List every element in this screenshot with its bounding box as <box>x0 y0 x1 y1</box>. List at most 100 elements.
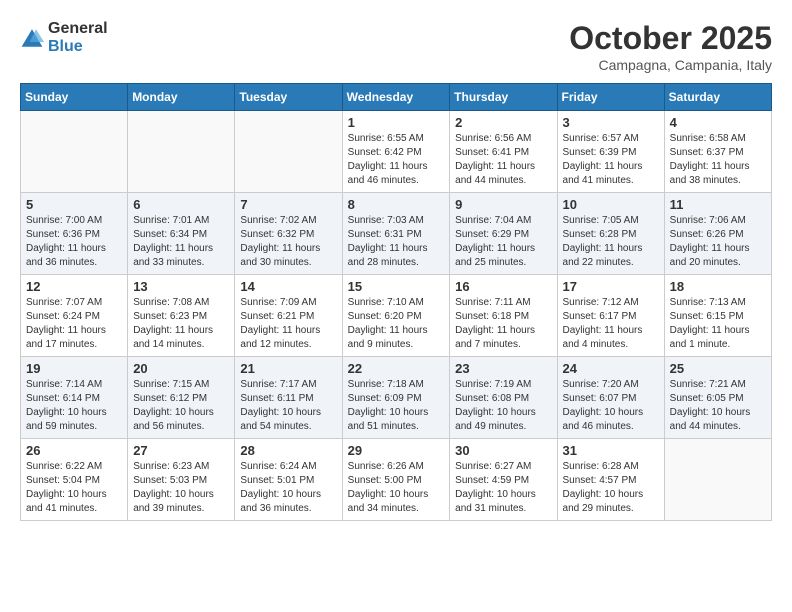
day-info: Sunrise: 7:06 AM Sunset: 6:26 PM Dayligh… <box>670 214 766 270</box>
day-info: Sunrise: 6:23 AM Sunset: 5:03 PM Dayligh… <box>133 460 229 516</box>
calendar-day-cell: 31 Sunrise: 6:28 AM Sunset: 4:57 PM Dayli… <box>557 439 664 521</box>
day-number: 11 <box>670 197 766 212</box>
day-number: 27 <box>133 443 229 458</box>
calendar-day-cell: 13 Sunrise: 7:08 AM Sunset: 6:23 PM Dayli… <box>128 275 235 357</box>
day-number: 2 <box>455 115 551 130</box>
day-info: Sunrise: 7:05 AM Sunset: 6:28 PM Dayligh… <box>563 214 659 270</box>
location-title: Campagna, Campania, Italy <box>569 57 772 73</box>
calendar-day-cell: 21 Sunrise: 7:17 AM Sunset: 6:11 PM Dayli… <box>235 357 342 439</box>
day-info: Sunrise: 6:22 AM Sunset: 5:04 PM Dayligh… <box>26 460 122 516</box>
calendar-day-cell: 30 Sunrise: 6:27 AM Sunset: 4:59 PM Dayli… <box>450 439 557 521</box>
calendar-week-row: 26 Sunrise: 6:22 AM Sunset: 5:04 PM Dayli… <box>21 439 772 521</box>
title-area: October 2025 Campagna, Campania, Italy <box>569 20 772 73</box>
calendar-day-cell <box>664 439 771 521</box>
calendar-week-row: 19 Sunrise: 7:14 AM Sunset: 6:14 PM Dayli… <box>21 357 772 439</box>
day-number: 5 <box>26 197 122 212</box>
weekday-header-row: SundayMondayTuesdayWednesdayThursdayFrid… <box>21 84 772 111</box>
day-number: 30 <box>455 443 551 458</box>
calendar-week-row: 12 Sunrise: 7:07 AM Sunset: 6:24 PM Dayli… <box>21 275 772 357</box>
calendar-day-cell: 22Sunrise: 7:18 AM Sunset: 6:09 PM Dayli… <box>342 357 450 439</box>
calendar-day-cell: 17Sunrise: 7:12 AM Sunset: 6:17 PM Dayli… <box>557 275 664 357</box>
weekday-header-wednesday: Wednesday <box>342 84 450 111</box>
day-info: Sunrise: 6:56 AM Sunset: 6:41 PM Dayligh… <box>455 132 551 188</box>
weekday-header-saturday: Saturday <box>664 84 771 111</box>
day-number: 29 <box>348 443 445 458</box>
day-info: Sunrise: 6:58 AM Sunset: 6:37 PM Dayligh… <box>670 132 766 188</box>
calendar-day-cell: 14Sunrise: 7:09 AM Sunset: 6:21 PM Dayli… <box>235 275 342 357</box>
calendar-day-cell: 1 Sunrise: 6:55 AM Sunset: 6:42 PM Daylig… <box>342 111 450 193</box>
day-info: Sunrise: 7:04 AM Sunset: 6:29 PM Dayligh… <box>455 214 551 270</box>
calendar-day-cell: 16 Sunrise: 7:11 AM Sunset: 6:18 PM Dayli… <box>450 275 557 357</box>
day-number: 6 <box>133 197 229 212</box>
day-info: Sunrise: 6:24 AM Sunset: 5:01 PM Dayligh… <box>240 460 336 516</box>
day-number: 1 <box>348 115 445 130</box>
weekday-header-thursday: Thursday <box>450 84 557 111</box>
day-number: 13 <box>133 279 229 294</box>
day-info: Sunrise: 7:14 AM Sunset: 6:14 PM Dayligh… <box>26 378 122 434</box>
day-number: 4 <box>670 115 766 130</box>
day-number: 7 <box>240 197 336 212</box>
day-info: Sunrise: 7:21 AM Sunset: 6:05 PM Dayligh… <box>670 378 766 434</box>
day-number: 21 <box>240 361 336 376</box>
month-title: October 2025 <box>569 20 772 57</box>
day-info: Sunrise: 7:07 AM Sunset: 6:24 PM Dayligh… <box>26 296 122 352</box>
day-number: 10 <box>563 197 659 212</box>
calendar-day-cell <box>128 111 235 193</box>
logo: General Blue <box>20 20 108 56</box>
calendar-day-cell: 11 Sunrise: 7:06 AM Sunset: 6:26 PM Dayli… <box>664 193 771 275</box>
day-info: Sunrise: 6:27 AM Sunset: 4:59 PM Dayligh… <box>455 460 551 516</box>
day-number: 16 <box>455 279 551 294</box>
day-info: Sunrise: 7:08 AM Sunset: 6:23 PM Dayligh… <box>133 296 229 352</box>
day-number: 12 <box>26 279 122 294</box>
calendar-day-cell: 26 Sunrise: 6:22 AM Sunset: 5:04 PM Dayli… <box>21 439 128 521</box>
calendar-day-cell: 20 Sunrise: 7:15 AM Sunset: 6:12 PM Dayli… <box>128 357 235 439</box>
day-info: Sunrise: 7:01 AM Sunset: 6:34 PM Dayligh… <box>133 214 229 270</box>
day-number: 22 <box>348 361 445 376</box>
calendar-day-cell <box>235 111 342 193</box>
calendar-table: SundayMondayTuesdayWednesdayThursdayFrid… <box>20 83 772 521</box>
calendar-day-cell: 25 Sunrise: 7:21 AM Sunset: 6:05 PM Dayli… <box>664 357 771 439</box>
calendar-day-cell: 27 Sunrise: 6:23 AM Sunset: 5:03 PM Dayli… <box>128 439 235 521</box>
day-info: Sunrise: 7:17 AM Sunset: 6:11 PM Dayligh… <box>240 378 336 434</box>
day-info: Sunrise: 6:28 AM Sunset: 4:57 PM Dayligh… <box>563 460 659 516</box>
weekday-header-friday: Friday <box>557 84 664 111</box>
day-number: 20 <box>133 361 229 376</box>
calendar-day-cell: 8 Sunrise: 7:03 AM Sunset: 6:31 PM Daylig… <box>342 193 450 275</box>
day-info: Sunrise: 7:19 AM Sunset: 6:08 PM Dayligh… <box>455 378 551 434</box>
calendar-day-cell: 29Sunrise: 6:26 AM Sunset: 5:00 PM Dayli… <box>342 439 450 521</box>
calendar-day-cell: 24Sunrise: 7:20 AM Sunset: 6:07 PM Dayli… <box>557 357 664 439</box>
calendar-day-cell: 9 Sunrise: 7:04 AM Sunset: 6:29 PM Daylig… <box>450 193 557 275</box>
day-number: 18 <box>670 279 766 294</box>
day-number: 23 <box>455 361 551 376</box>
calendar-week-row: 1 Sunrise: 6:55 AM Sunset: 6:42 PM Daylig… <box>21 111 772 193</box>
day-info: Sunrise: 7:00 AM Sunset: 6:36 PM Dayligh… <box>26 214 122 270</box>
day-number: 9 <box>455 197 551 212</box>
day-info: Sunrise: 7:15 AM Sunset: 6:12 PM Dayligh… <box>133 378 229 434</box>
day-number: 19 <box>26 361 122 376</box>
calendar-day-cell: 3Sunrise: 6:57 AM Sunset: 6:39 PM Daylig… <box>557 111 664 193</box>
day-number: 3 <box>563 115 659 130</box>
calendar-day-cell: 6 Sunrise: 7:01 AM Sunset: 6:34 PM Daylig… <box>128 193 235 275</box>
calendar-day-cell <box>21 111 128 193</box>
calendar-day-cell: 18Sunrise: 7:13 AM Sunset: 6:15 PM Dayli… <box>664 275 771 357</box>
logo-icon <box>20 26 44 50</box>
calendar-day-cell: 23 Sunrise: 7:19 AM Sunset: 6:08 PM Dayli… <box>450 357 557 439</box>
day-number: 8 <box>348 197 445 212</box>
day-number: 15 <box>348 279 445 294</box>
weekday-header-monday: Monday <box>128 84 235 111</box>
day-number: 25 <box>670 361 766 376</box>
day-number: 26 <box>26 443 122 458</box>
day-info: Sunrise: 6:55 AM Sunset: 6:42 PM Dayligh… <box>348 132 445 188</box>
page-header: General Blue October 2025 Campagna, Camp… <box>20 20 772 73</box>
day-number: 14 <box>240 279 336 294</box>
day-info: Sunrise: 7:11 AM Sunset: 6:18 PM Dayligh… <box>455 296 551 352</box>
day-info: Sunrise: 7:03 AM Sunset: 6:31 PM Dayligh… <box>348 214 445 270</box>
calendar-day-cell: 10 Sunrise: 7:05 AM Sunset: 6:28 PM Dayli… <box>557 193 664 275</box>
logo-general: General <box>48 20 108 37</box>
calendar-day-cell: 12 Sunrise: 7:07 AM Sunset: 6:24 PM Dayli… <box>21 275 128 357</box>
calendar-day-cell: 4 Sunrise: 6:58 AM Sunset: 6:37 PM Daylig… <box>664 111 771 193</box>
day-number: 31 <box>563 443 659 458</box>
calendar-day-cell: 19 Sunrise: 7:14 AM Sunset: 6:14 PM Dayli… <box>21 357 128 439</box>
calendar-day-cell: 2 Sunrise: 6:56 AM Sunset: 6:41 PM Daylig… <box>450 111 557 193</box>
weekday-header-tuesday: Tuesday <box>235 84 342 111</box>
